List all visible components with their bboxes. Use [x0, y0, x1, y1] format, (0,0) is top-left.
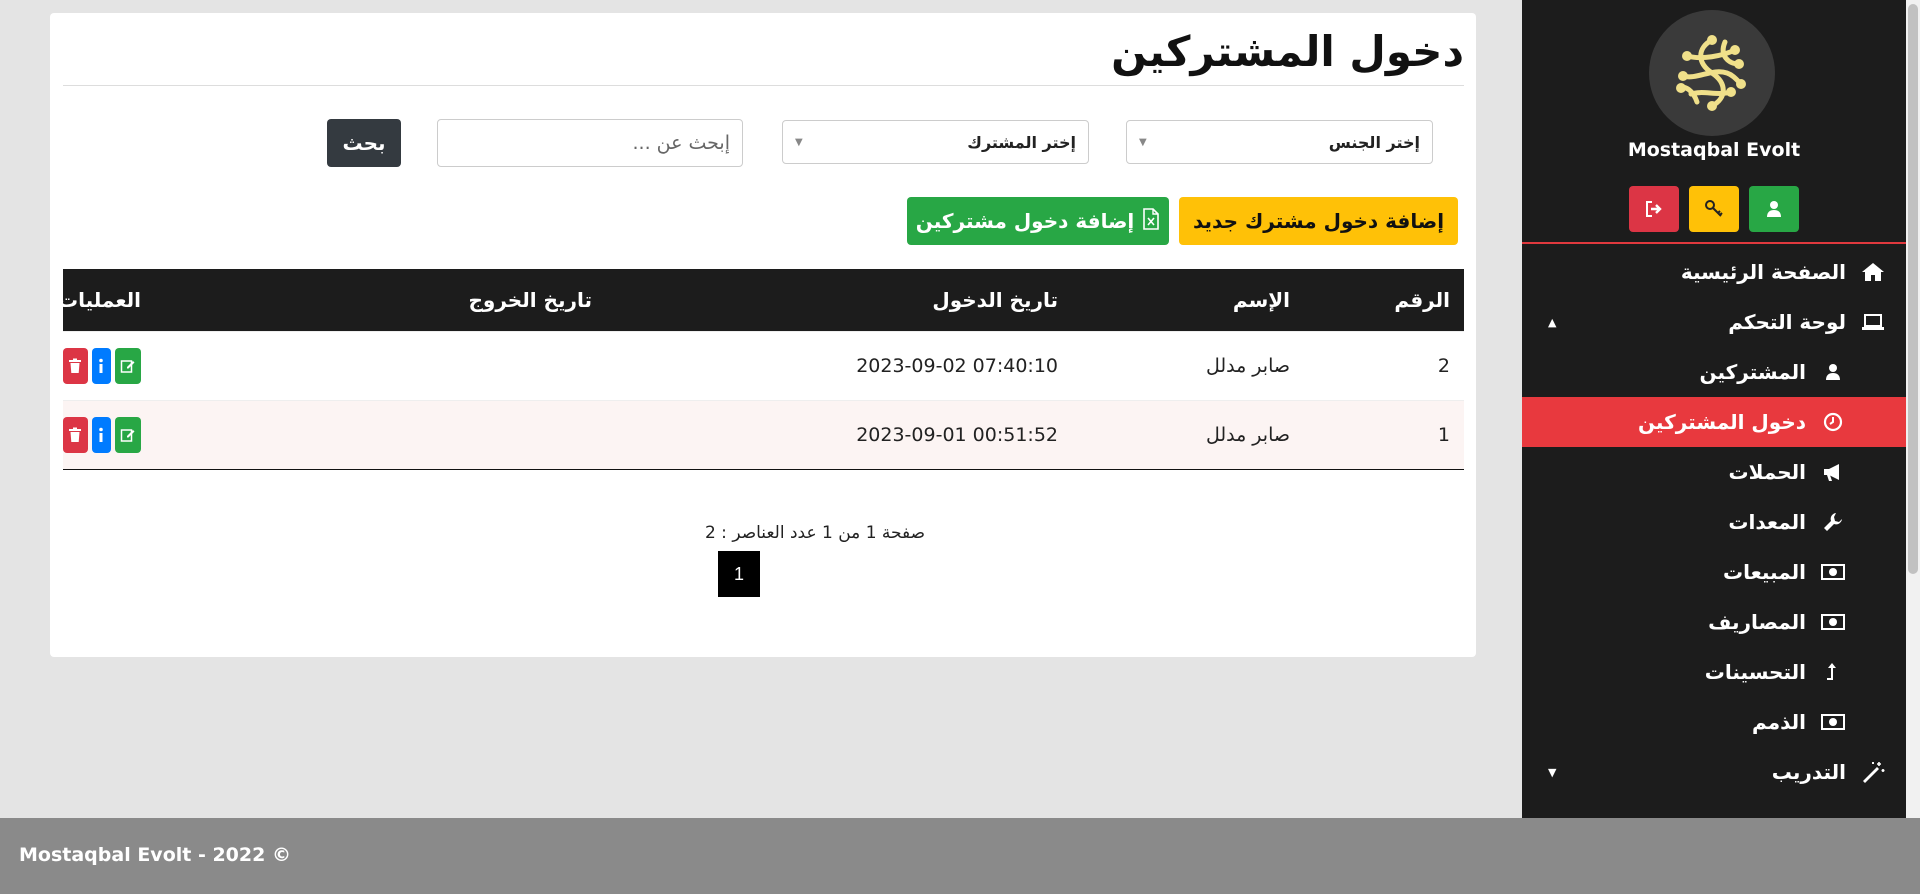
header-exit-date: تاريخ الخروج [468, 288, 593, 312]
money-icon [1818, 714, 1848, 730]
money-icon [1818, 564, 1848, 580]
cell-entry-date: 2023-09-01 00:51:52 [856, 424, 1058, 446]
gender-select[interactable]: إختر الجنس ▼ [1126, 120, 1433, 164]
trash-icon [69, 358, 82, 373]
row-operations [63, 348, 141, 384]
home-icon [1858, 262, 1888, 282]
add-entry-button[interactable]: إضافة دخول مشترك جديد [1179, 197, 1458, 245]
info-button[interactable] [91, 417, 111, 453]
cell-number: 2 [1437, 355, 1450, 377]
cell-number: 1 [1437, 424, 1450, 446]
chevron-down-icon: ▼ [1139, 136, 1147, 148]
add-entry-label: إضافة دخول مشترك جديد [1192, 209, 1445, 233]
pagination-summary: صفحة 1 من 1 عدد العناصر : 2 [704, 523, 926, 543]
sidebar-item-improvements[interactable]: التحسينات [1522, 647, 1906, 697]
delete-button[interactable] [63, 417, 88, 453]
table-row: 2 صابر مدلل 2023-09-02 07:40:10 [63, 331, 1464, 400]
footer: Mostaqbal Evolt - 2022 © [0, 818, 1920, 894]
header-entry-date: تاريخ الدخول [932, 288, 1058, 312]
magic-icon [1858, 761, 1888, 783]
sidebar-item-dashboard[interactable]: لوحة التحكم ▲ [1522, 297, 1906, 347]
header-number: الرقم [1394, 288, 1450, 312]
key-icon [1705, 200, 1723, 217]
sidebar-item-expenses[interactable]: المصاريف [1522, 597, 1906, 647]
user-icon [1818, 363, 1848, 381]
info-icon [99, 427, 104, 442]
logout-icon [1646, 201, 1662, 217]
sidebar-item-label: الصفحة الرئيسية [1680, 260, 1846, 284]
chevron-down-icon: ▼ [795, 136, 803, 148]
sidebar-quick-buttons [1522, 186, 1906, 232]
sidebar-item-campaigns[interactable]: الحملات [1522, 447, 1906, 497]
subscriber-select[interactable]: إختر المشترك ▼ [782, 120, 1089, 164]
table-row: 1 صابر مدلل 2023-09-01 00:51:52 [63, 400, 1464, 469]
scrollbar-thumb[interactable] [1908, 4, 1918, 574]
money-icon [1818, 614, 1848, 630]
sidebar-item-label: التحسينات [1704, 660, 1806, 684]
sidebar-item-training[interactable]: التدريب ▼ [1522, 747, 1906, 797]
sidebar-item-label: المبيعات [1723, 560, 1806, 584]
excel-file-icon [1142, 207, 1160, 235]
profile-button[interactable] [1749, 186, 1799, 232]
sidebar-item-home[interactable]: الصفحة الرئيسية [1522, 247, 1906, 297]
sidebar-item-subscriber-entries[interactable]: دخول المشتركين [1522, 397, 1906, 447]
scrollbar[interactable] [1906, 0, 1920, 818]
clock-icon [1818, 412, 1848, 432]
sidebar-item-equipment[interactable]: المعدات [1522, 497, 1906, 547]
edit-icon [120, 429, 135, 442]
cell-entry-date: 2023-09-02 07:40:10 [856, 355, 1058, 377]
logo-circuit-icon [1676, 35, 1746, 111]
edit-button[interactable] [114, 417, 141, 453]
sidebar-item-label: لوحة التحكم [1728, 310, 1846, 334]
subscriber-select-value: إختر المشترك [967, 132, 1076, 152]
page-1-button[interactable]: 1 [718, 551, 760, 597]
logout-button[interactable] [1629, 186, 1679, 232]
sidebar-item-subscribers[interactable]: المشتركين [1522, 347, 1906, 397]
entries-table: الرقم الإسم تاريخ الدخول تاريخ الخروج ال… [58, 269, 1464, 470]
sidebar-menu: الصفحة الرئيسية لوحة التحكم ▲ المشتركين … [1522, 247, 1906, 797]
header-operations: العمليات [58, 288, 141, 312]
gender-select-value: إختر الجنس [1328, 132, 1420, 152]
brand-name: Mostaqbal Evolt [1627, 139, 1801, 161]
user-icon [1767, 201, 1781, 217]
sidebar-item-label: المصاريف [1708, 610, 1806, 634]
sidebar-item-label: الذمم [1752, 710, 1806, 734]
info-button[interactable] [91, 348, 111, 384]
sidebar-item-receivables[interactable]: الذمم [1522, 697, 1906, 747]
footer-copyright: Mostaqbal Evolt - 2022 © [19, 844, 291, 866]
chevron-down-icon: ▼ [1548, 765, 1557, 779]
logo [1649, 10, 1775, 136]
sidebar-item-label: المشتركين [1699, 360, 1806, 384]
page-title: دخول المشتركين [1111, 27, 1464, 76]
sidebar: Mostaqbal Evolt الصفحة الرئيسية لوحة الت… [1522, 0, 1906, 818]
sidebar-divider [1522, 242, 1906, 244]
sidebar-item-label: دخول المشتركين [1637, 410, 1806, 434]
sidebar-item-label: الحملات [1728, 460, 1806, 484]
info-icon [99, 358, 104, 373]
edit-icon [120, 360, 135, 373]
add-subscribers-excel-label: إضافة دخول مشتركين [915, 209, 1135, 233]
sidebar-item-label: المعدات [1728, 510, 1806, 534]
wrench-icon [1818, 511, 1848, 533]
title-divider [63, 85, 1464, 86]
delete-button[interactable] [63, 348, 88, 384]
cell-name: صابر مدلل [1205, 355, 1290, 377]
main-card: دخول المشتركين إختر الجنس ▼ إختر المشترك… [50, 13, 1476, 657]
sidebar-item-sales[interactable]: المبيعات [1522, 547, 1906, 597]
table-header: الرقم الإسم تاريخ الدخول تاريخ الخروج ال… [58, 269, 1464, 331]
chevron-up-icon: ▲ [1548, 315, 1557, 329]
row-operations [63, 417, 141, 453]
key-button[interactable] [1689, 186, 1739, 232]
header-name: الإسم [1232, 288, 1290, 312]
bullhorn-icon [1818, 462, 1848, 482]
trash-icon [69, 427, 82, 442]
search-button[interactable]: بحث [327, 119, 401, 167]
sidebar-item-label: التدريب [1771, 760, 1846, 784]
laptop-icon [1858, 313, 1888, 331]
search-input[interactable] [437, 119, 743, 167]
add-subscribers-excel-button[interactable]: إضافة دخول مشتركين [907, 197, 1169, 245]
edit-button[interactable] [114, 348, 141, 384]
cell-name: صابر مدلل [1205, 424, 1290, 446]
level-up-icon [1818, 662, 1848, 682]
